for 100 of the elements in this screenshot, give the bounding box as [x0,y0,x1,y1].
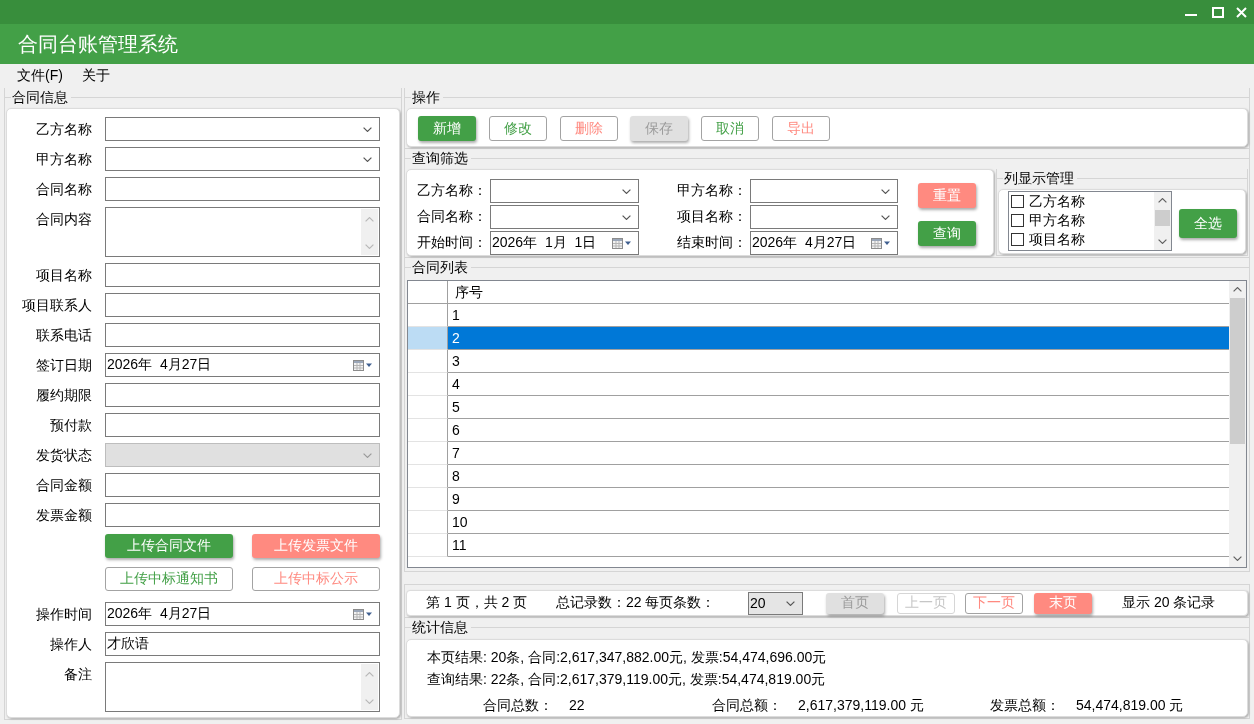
field-label: 开始时间： [417,234,488,252]
menu-item[interactable]: 文件(F) [17,66,63,85]
text-field[interactable] [105,263,380,287]
text-field[interactable] [105,473,380,497]
field-label: 签订日期 [36,356,92,375]
checkbox[interactable] [1011,214,1024,227]
scrollbar[interactable] [1229,281,1246,567]
maximize-icon[interactable] [1212,6,1224,18]
checkbox-label[interactable]: 乙方名称 [1029,192,1085,211]
filter-button[interactable]: 重置 [918,183,976,208]
total-value: 54,474,819.00 元 [1076,696,1184,715]
date-field[interactable]: 2026年 4月27日 [105,602,380,626]
field-label: 项目名称 [36,266,92,285]
dropdown-field[interactable] [750,205,898,229]
row-header[interactable] [408,488,448,511]
toolbar-button[interactable]: 新增 [418,116,476,141]
text-field[interactable] [105,177,380,201]
dropdown-field[interactable] [490,179,639,203]
chevron-up-icon[interactable] [1233,287,1242,292]
text-area[interactable] [105,662,380,712]
chevron-down-icon[interactable] [1233,556,1242,561]
scrollbar-thumb[interactable] [1230,298,1245,444]
total-label: 发票总额： [990,696,1060,715]
close-icon[interactable] [1236,6,1247,18]
checkbox[interactable] [1011,195,1024,208]
date-field[interactable]: 2026年 4月27日 [105,353,380,377]
toolbar-button[interactable]: 导出 [772,116,830,141]
date-field[interactable]: 2026年 4月27日 [750,231,898,255]
chevron-down-icon[interactable] [1158,239,1167,244]
field-label: 履约期限 [36,386,92,405]
row-header[interactable] [408,511,448,534]
field-label: 乙方名称 [36,120,92,139]
field-label: 乙方名称： [417,182,488,200]
upload-button[interactable]: 上传中标通知书 [105,567,233,591]
field-label: 项目名称： [677,208,748,226]
total-value: 22 [569,696,585,715]
field-label: 联系电话 [36,326,92,345]
dropdown-field[interactable] [750,179,898,203]
group-title: 合同信息 [12,88,68,106]
calendar-dropdown-icon[interactable] [353,359,372,371]
date-field[interactable]: 2026年 1月 1日 [490,231,639,255]
text-field[interactable] [105,503,380,527]
row-header[interactable] [408,396,448,419]
text-field[interactable] [105,413,380,437]
field-label: 结束时间： [677,234,748,252]
pager-button[interactable]: 下一页 [965,592,1023,614]
checkbox-label[interactable]: 项目名称 [1029,230,1085,249]
row-header[interactable] [408,419,448,442]
text-area[interactable] [105,207,380,257]
row-header[interactable] [408,442,448,465]
group-title: 查询筛选 [412,149,468,167]
pager-button[interactable]: 末页 [1034,592,1092,614]
column-header[interactable]: 序号 [448,281,1229,304]
select-all-button[interactable]: 全选 [1179,209,1237,238]
chevron-down-icon[interactable] [363,156,372,162]
upload-button[interactable]: 上传中标公示 [252,567,380,591]
row-header[interactable] [408,534,448,557]
chevron-down-icon[interactable] [622,188,631,194]
field-label: 备注 [64,665,92,684]
text-field[interactable] [105,323,380,347]
checkbox[interactable] [1011,233,1024,246]
toolbar-button[interactable]: 删除 [559,116,618,141]
dropdown-field[interactable] [490,205,639,229]
calendar-dropdown-icon[interactable] [871,237,890,249]
menu-item[interactable]: 关于 [81,66,110,85]
calendar-dropdown-icon[interactable] [612,237,631,249]
dropdown-field[interactable] [105,147,380,171]
page-info: 第 1 页，共 2 页 [426,594,528,612]
table-cell: 7 [448,442,1229,465]
field-label: 合同名称： [417,208,488,226]
scrollbar[interactable] [1154,192,1171,250]
calendar-dropdown-icon[interactable] [353,608,372,620]
upload-button[interactable]: 上传合同文件 [105,534,233,558]
row-header[interactable] [408,373,448,396]
text-field[interactable] [105,293,380,317]
chevron-down-icon[interactable] [786,600,795,606]
summary-line: 本页结果: 20条, 合同:2,617,347,882.00元, 发票:54,474,696.00元 [427,648,827,667]
text-field[interactable]: 才欣语 [105,632,380,656]
scrollbar-thumb[interactable] [1155,210,1170,226]
group-title: 操作 [412,88,440,106]
chevron-down-icon[interactable] [363,126,372,132]
group-title: 统计信息 [412,618,468,636]
toolbar-button[interactable]: 修改 [488,116,547,141]
upload-button[interactable]: 上传发票文件 [252,534,380,558]
checkbox-label[interactable]: 甲方名称 [1029,211,1085,230]
chevron-down-icon[interactable] [881,214,890,220]
toolbar-button[interactable]: 取消 [701,116,760,141]
text-field[interactable] [105,383,380,407]
page-size-dropdown[interactable]: 20 [748,591,803,615]
total-label: 合同总额： [712,696,782,715]
chevron-down-icon[interactable] [881,188,890,194]
chevron-down-icon[interactable] [622,214,631,220]
table-cell: 4 [448,373,1229,396]
chevron-up-icon[interactable] [1158,198,1167,203]
dropdown-field[interactable] [105,117,380,141]
table-cell: 3 [448,350,1229,373]
filter-button[interactable]: 查询 [918,221,976,246]
row-header[interactable] [408,350,448,373]
field-label: 甲方名称： [677,182,748,200]
row-header[interactable] [408,465,448,488]
